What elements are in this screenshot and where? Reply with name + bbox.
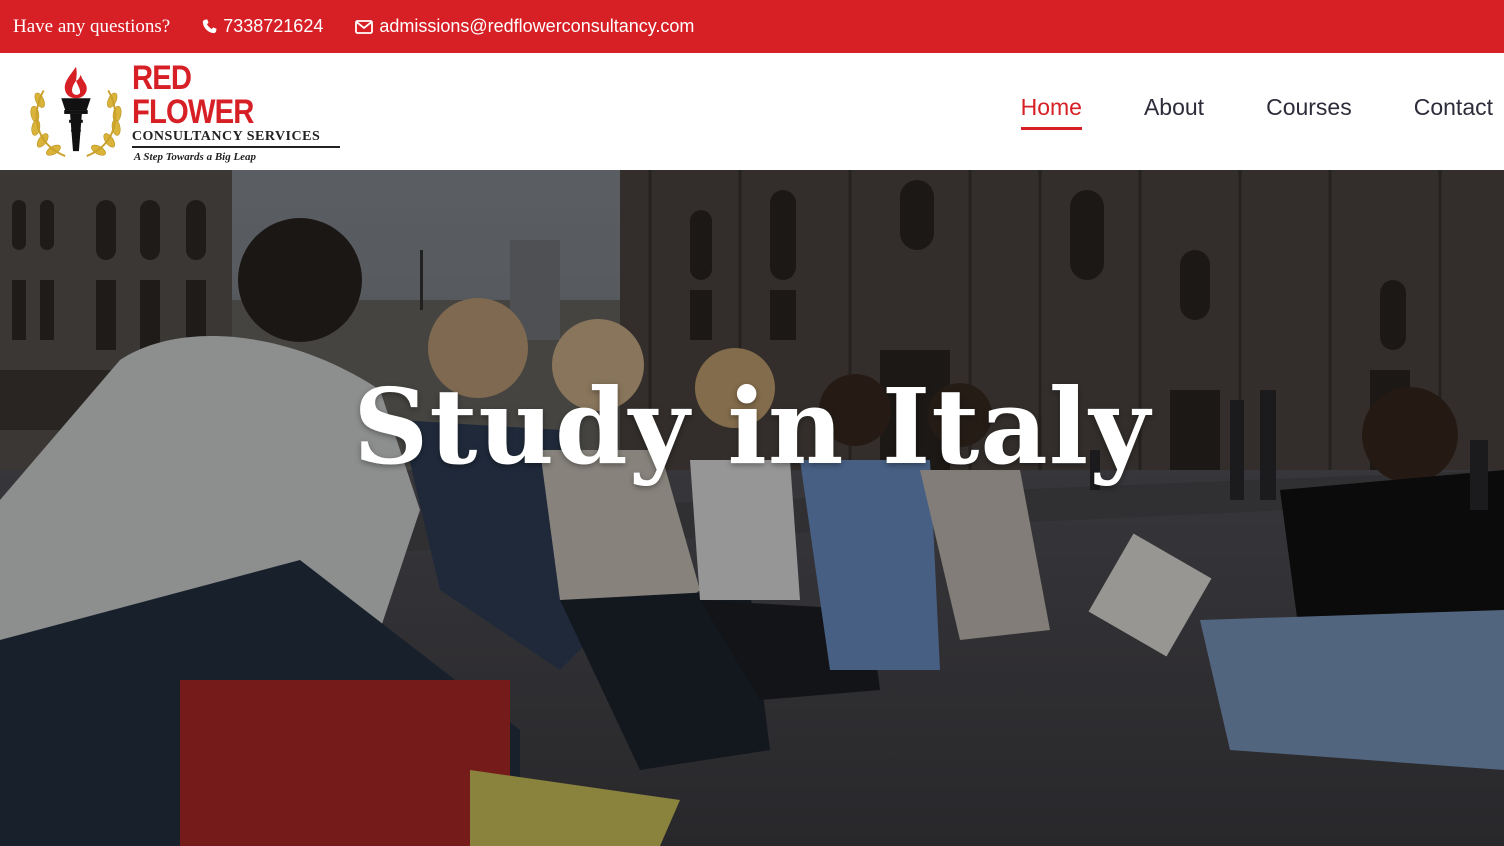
main-nav: Home About Courses Contact xyxy=(959,94,1493,130)
phone-icon xyxy=(203,19,217,34)
email-link[interactable]: admissions@redflowerconsultancy.com xyxy=(355,16,694,37)
nav-item-contact[interactable]: Contact xyxy=(1414,94,1493,130)
hero-background-photo xyxy=(0,170,1504,846)
brand-logo[interactable]: RED FLOWER CONSULTANCY SERVICES A Step T… xyxy=(26,60,346,164)
logo-subtitle: CONSULTANCY SERVICES xyxy=(131,129,340,148)
logo-title: RED FLOWER xyxy=(131,58,254,131)
nav-item-home[interactable]: Home xyxy=(1020,94,1082,130)
torch-laurel-emblem-icon xyxy=(30,66,122,157)
phone-number: 7338721624 xyxy=(223,16,324,36)
envelope-icon xyxy=(355,19,374,34)
email-address: admissions@redflowerconsultancy.com xyxy=(379,16,695,36)
site-header: RED FLOWER CONSULTANCY SERVICES A Step T… xyxy=(0,53,1504,170)
hero-title: Study in Italy xyxy=(353,365,1151,488)
logo-wordmark: RED FLOWER CONSULTANCY SERVICES A Step T… xyxy=(131,58,346,163)
hero-banner: Study in Italy xyxy=(0,170,1504,846)
phone-link[interactable]: 7338721624 xyxy=(202,16,323,37)
questions-label: Have any questions? xyxy=(13,15,171,37)
nav-item-courses[interactable]: Courses xyxy=(1266,94,1352,130)
logo-tagline: A Step Towards a Big Leap xyxy=(133,150,257,163)
top-contact-bar: Have any questions? 7338721624 admission… xyxy=(0,0,1504,53)
nav-item-about[interactable]: About xyxy=(1144,94,1204,130)
